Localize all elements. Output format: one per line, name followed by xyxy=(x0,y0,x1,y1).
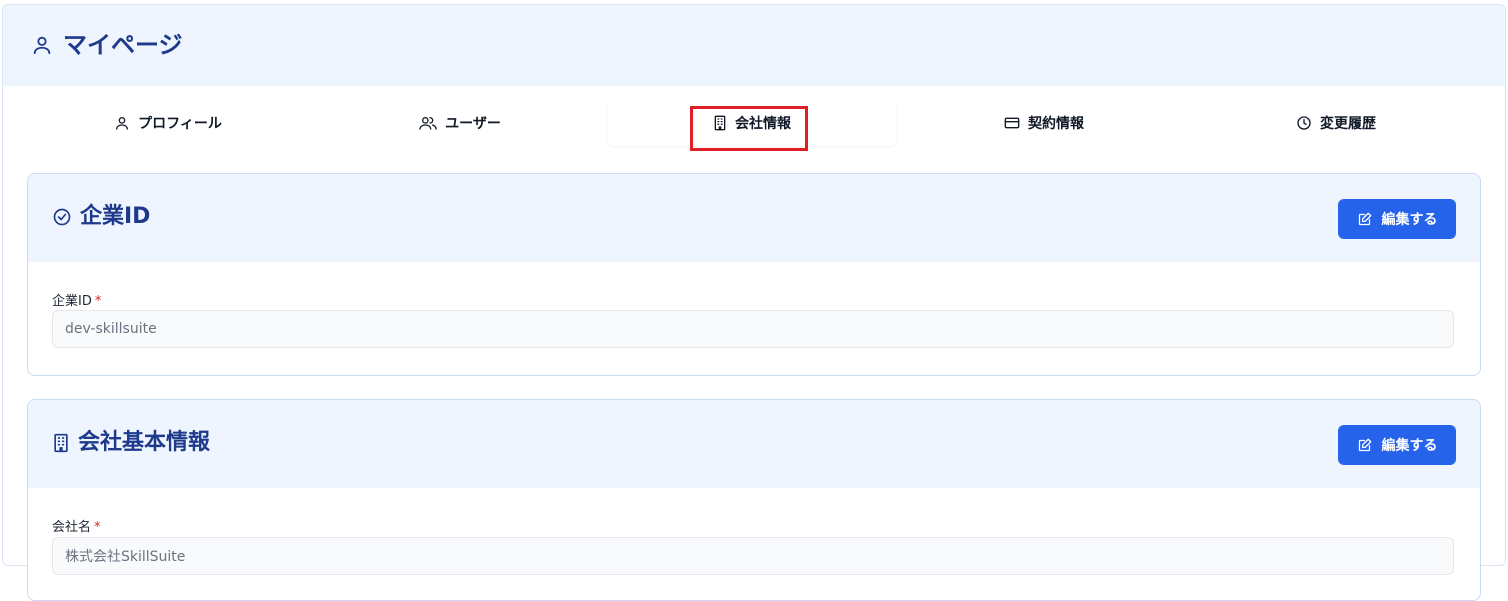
edit-button-label: 編集する xyxy=(1381,438,1438,454)
tab-profile[interactable]: プロフィール xyxy=(24,100,312,146)
edit-icon xyxy=(1357,212,1372,227)
user-icon xyxy=(114,115,130,131)
tab-contract-info[interactable]: 契約情報 xyxy=(900,100,1188,146)
users-icon xyxy=(419,115,437,131)
tab-label: 変更履歴 xyxy=(1320,116,1376,132)
required-mark: * xyxy=(94,520,101,535)
edit-button-label: 編集する xyxy=(1381,212,1438,228)
field-label-text: 企業ID xyxy=(52,294,92,309)
card-title-group: 会社基本情報 xyxy=(52,428,210,458)
user-icon xyxy=(31,34,53,56)
page-title: マイページ xyxy=(63,31,183,59)
tab-label: 会社情報 xyxy=(735,116,791,132)
company-id-card: 企業ID 編集する 企業ID * dev-skillsuite xyxy=(27,173,1481,376)
tab-label: ユーザー xyxy=(445,116,501,132)
edit-icon xyxy=(1357,438,1372,453)
tab-bar: プロフィール ユーザー 会社情報 契約情報 変更履歴 xyxy=(24,100,1480,148)
card-title-group: 企業ID xyxy=(52,202,150,232)
badge-check-icon xyxy=(52,207,72,227)
company-name-label: 会社名 * xyxy=(52,516,101,535)
clock-icon xyxy=(1296,115,1312,131)
company-id-value: dev-skillsuite xyxy=(65,321,157,337)
company-id-field[interactable]: dev-skillsuite xyxy=(52,310,1454,348)
building-icon xyxy=(713,115,727,131)
required-mark: * xyxy=(94,294,102,309)
building-icon xyxy=(52,433,70,453)
company-name-field[interactable]: 株式会社SkillSuite xyxy=(52,537,1454,575)
tab-company-info[interactable]: 会社情報 xyxy=(608,100,896,146)
company-info-card: 会社基本情報 編集する 会社名 * 株式会社SkillSuite xyxy=(27,399,1481,601)
company-id-label: 企業ID * xyxy=(52,290,101,309)
tab-label: 契約情報 xyxy=(1028,116,1084,132)
field-label-text: 会社名 xyxy=(52,520,92,535)
edit-button[interactable]: 編集する xyxy=(1338,425,1456,465)
page-title-group: マイページ xyxy=(31,29,183,61)
credit-card-icon xyxy=(1004,116,1020,130)
card-header: 会社基本情報 編集する xyxy=(28,400,1480,488)
card-header: 企業ID 編集する xyxy=(28,174,1480,262)
tab-users[interactable]: ユーザー xyxy=(316,100,604,146)
company-name-value: 株式会社SkillSuite xyxy=(65,549,186,565)
edit-button[interactable]: 編集する xyxy=(1338,199,1456,239)
card-title: 会社基本情報 xyxy=(78,430,211,455)
tab-change-history[interactable]: 変更履歴 xyxy=(1192,100,1480,146)
page-header: マイページ xyxy=(3,5,1505,86)
card-title: 企業ID xyxy=(80,204,151,229)
tab-label: プロフィール xyxy=(138,116,222,132)
